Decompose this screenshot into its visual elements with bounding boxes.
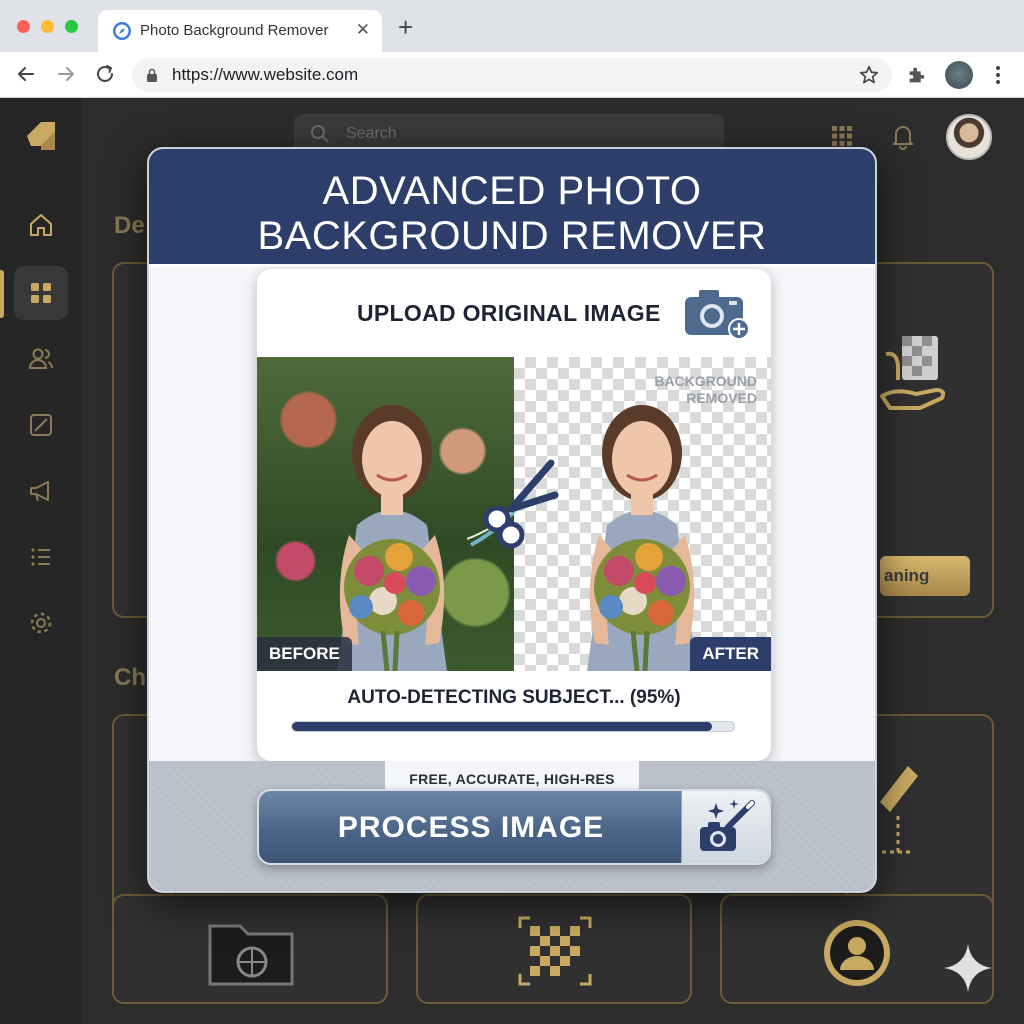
reload-icon[interactable] bbox=[93, 62, 117, 86]
modal-footer: FREE, ACCURATE, HIGH-RES PROCESS IMAGE bbox=[149, 761, 875, 891]
compass-favicon-icon bbox=[113, 22, 131, 40]
megaphone-icon bbox=[30, 481, 49, 502]
process-image-button[interactable]: PROCESS IMAGE bbox=[257, 789, 771, 865]
progress-bar-fill bbox=[292, 722, 712, 731]
bell-icon[interactable] bbox=[890, 122, 916, 150]
bookmark-star-icon[interactable] bbox=[858, 64, 880, 86]
sidebar-item-settings[interactable] bbox=[14, 596, 68, 650]
back-icon[interactable] bbox=[14, 62, 38, 86]
transparency-grid-icon bbox=[518, 916, 592, 986]
window-maximize-button[interactable] bbox=[65, 20, 78, 33]
search-placeholder: Search bbox=[346, 125, 397, 142]
sidebar-item-home[interactable] bbox=[14, 198, 68, 252]
sidebar-rail bbox=[0, 98, 84, 1024]
background-removed-line-2: REMOVED bbox=[686, 390, 757, 406]
background-removed-label: BACKGROUND REMOVED bbox=[654, 373, 757, 407]
progress-label: AUTO-DETECTING SUBJECT... (95%) bbox=[347, 687, 681, 708]
window-close-button[interactable] bbox=[17, 20, 30, 33]
search-icon bbox=[311, 125, 329, 143]
background-removed-line-1: BACKGROUND bbox=[654, 373, 757, 389]
upload-row[interactable]: UPLOAD ORIGINAL IMAGE bbox=[257, 283, 771, 343]
subject-figure-after bbox=[587, 405, 697, 671]
list-icon bbox=[31, 548, 50, 566]
section-label-1: De bbox=[114, 212, 145, 239]
preview-card: UPLOAD ORIGINAL IMAGE BACKGROUND REMOVED… bbox=[257, 269, 771, 761]
sidebar-item-dashboard[interactable] bbox=[14, 266, 68, 320]
home-icon bbox=[30, 214, 52, 236]
modal-title-line-1: ADVANCED PHOTO bbox=[322, 169, 702, 213]
forward-icon[interactable] bbox=[54, 62, 78, 86]
browser-tab[interactable]: Photo Background Remover ✕ bbox=[98, 10, 382, 52]
sidebar-item-campaigns[interactable] bbox=[14, 464, 68, 518]
progress-bar bbox=[291, 721, 735, 732]
url-text: https://www.website.com bbox=[172, 65, 359, 84]
modal-title-line-2: BACKGROUND REMOVER bbox=[257, 214, 767, 258]
sidebar-item-lists[interactable] bbox=[14, 530, 68, 584]
settings-icon bbox=[30, 612, 52, 634]
sidebar-active-marker bbox=[0, 270, 4, 318]
app-logo-icon bbox=[27, 122, 55, 150]
sidebar-item-images[interactable] bbox=[14, 398, 68, 452]
background-remover-modal: ADVANCED PHOTO BACKGROUND REMOVER UPLOAD… bbox=[147, 147, 877, 893]
browser-profile-avatar[interactable] bbox=[945, 61, 973, 89]
address-bar[interactable]: https://www.website.com bbox=[132, 58, 892, 92]
lock-icon bbox=[147, 68, 157, 82]
window-minimize-button[interactable] bbox=[41, 20, 54, 33]
apps-grid-icon[interactable] bbox=[830, 124, 854, 148]
magic-camera-icon bbox=[700, 799, 755, 851]
dashboard-card bbox=[416, 894, 692, 1004]
hand-image-icon bbox=[880, 336, 946, 410]
upload-label[interactable]: UPLOAD ORIGINAL IMAGE bbox=[357, 300, 661, 327]
tab-title: Photo Background Remover bbox=[140, 22, 329, 39]
dashboard-icon bbox=[31, 283, 51, 303]
modal-title: ADVANCED PHOTO BACKGROUND REMOVER bbox=[149, 169, 875, 259]
image-icon bbox=[30, 414, 52, 436]
modal-header: ADVANCED PHOTO BACKGROUND REMOVER bbox=[149, 149, 875, 267]
browser-toolbar: https://www.website.com bbox=[0, 52, 1024, 98]
scissors-icon bbox=[467, 459, 559, 549]
before-after-comparison: BACKGROUND REMOVED BEFORE AFTER bbox=[257, 357, 771, 671]
sidebar-item-users[interactable] bbox=[14, 332, 68, 386]
camera-plus-icon[interactable] bbox=[681, 285, 751, 341]
sparkle-icon bbox=[944, 944, 992, 992]
new-tab-icon[interactable]: + bbox=[398, 14, 413, 40]
browser-menu-icon[interactable] bbox=[988, 63, 1008, 87]
section-label-2: Ch bbox=[114, 664, 146, 691]
subject-figure-before bbox=[337, 405, 447, 671]
extensions-icon[interactable] bbox=[906, 64, 928, 86]
process-icon-box bbox=[681, 791, 769, 863]
profile-circle-icon bbox=[824, 920, 890, 986]
dashboard-card bbox=[112, 894, 388, 1004]
tab-close-icon[interactable]: ✕ bbox=[356, 20, 370, 40]
process-image-label: PROCESS IMAGE bbox=[337, 811, 605, 844]
before-tag: BEFORE bbox=[257, 637, 352, 671]
folder-globe-icon bbox=[208, 924, 294, 986]
pen-tool-icon bbox=[880, 766, 918, 856]
browser-tab-bar: Photo Background Remover ✕ + bbox=[0, 0, 1024, 52]
after-tag: AFTER bbox=[690, 637, 771, 671]
card-action-button[interactable]: aning bbox=[880, 556, 970, 596]
users-icon bbox=[28, 348, 53, 369]
user-avatar[interactable] bbox=[946, 114, 992, 160]
